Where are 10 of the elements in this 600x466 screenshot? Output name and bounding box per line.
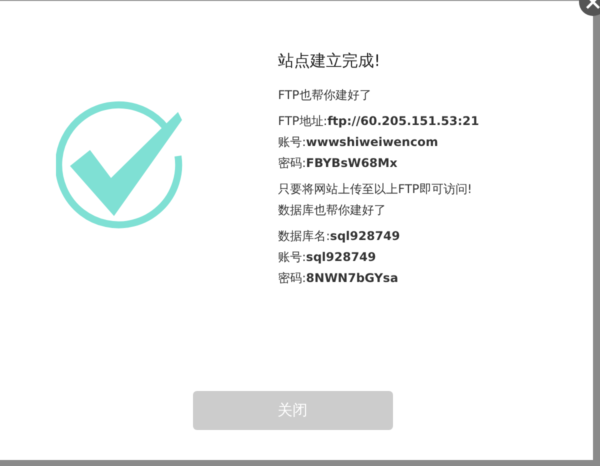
dialog-title: 站点建立完成!: [278, 51, 382, 72]
info-line: 账号:sql928749: [278, 250, 377, 265]
message-text: FTP也帮你建好了: [278, 88, 372, 103]
info-line: FTP地址:ftp://60.205.151.53:21: [278, 114, 480, 129]
info-line: 账号:wwwshiweiwencom: [278, 135, 440, 150]
message-text: 只要将网站上传至以上FTP即可访问!: [278, 182, 474, 197]
info-line: 密码:FBYBsW68Mx: [278, 156, 398, 171]
info-line: 密码:8NWN7bGYsa: [278, 271, 400, 286]
message-text: 数据库也帮你建好了: [278, 203, 387, 218]
info-line: 数据库名:sql928749: [278, 229, 401, 244]
